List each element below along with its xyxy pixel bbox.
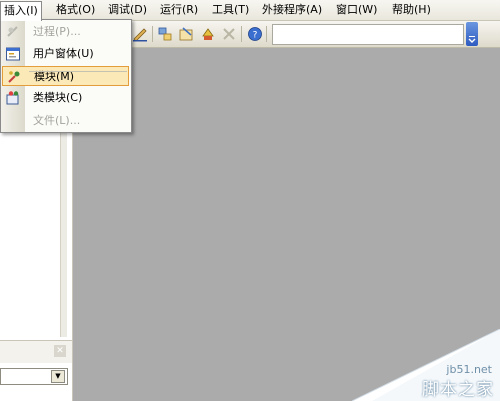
menu-format[interactable]: 格式(O) bbox=[53, 2, 98, 18]
help-icon[interactable]: ? bbox=[247, 26, 263, 42]
menu-item-userform[interactable]: 用户窗体(U) bbox=[2, 44, 129, 64]
menu-addins[interactable]: 外接程序(A) bbox=[259, 2, 325, 18]
toolbar-options-chevron[interactable] bbox=[466, 22, 478, 46]
svg-text:?: ? bbox=[253, 31, 258, 41]
chevron-down-icon[interactable]: ▼ bbox=[51, 370, 65, 383]
insert-dropdown-menu: 过程(P)... 用户窗体(U) 模块(M) 类模块(C) 文件(L)... bbox=[0, 19, 132, 133]
menu-help[interactable]: 帮助(H) bbox=[389, 2, 434, 18]
project-explorer-icon[interactable] bbox=[157, 26, 173, 42]
menu-item-label: 文件(L)... bbox=[33, 114, 81, 127]
toolbar-separator bbox=[266, 26, 267, 42]
menu-item-procedure[interactable]: 过程(P)... bbox=[2, 22, 129, 42]
toolbar-position-box bbox=[272, 24, 464, 45]
chevron-down-icon bbox=[468, 36, 476, 43]
toolbox-icon[interactable] bbox=[221, 26, 237, 42]
userform-icon bbox=[6, 47, 20, 61]
menu-item-class-module[interactable]: 类模块(C) bbox=[2, 88, 129, 108]
menu-debug[interactable]: 调试(D) bbox=[105, 2, 150, 18]
menu-item-module[interactable]: 模块(M) bbox=[2, 66, 129, 86]
watermark-brand: 脚本之家 bbox=[422, 380, 494, 400]
menu-item-label: 模块(M) bbox=[34, 70, 75, 83]
properties-window-icon[interactable] bbox=[178, 26, 194, 42]
toolbar-separator bbox=[152, 26, 153, 42]
close-icon[interactable]: ✕ bbox=[54, 345, 66, 357]
class-module-icon bbox=[6, 91, 19, 105]
menu-item-label: 过程(P)... bbox=[33, 25, 81, 38]
menu-insert[interactable]: 插入(I) bbox=[0, 1, 42, 21]
module-icon bbox=[8, 71, 20, 83]
menu-bar: 插入(I) 格式(O) 调试(D) 运行(R) 工具(T) 外接程序(A) 窗口… bbox=[0, 0, 500, 21]
procedure-icon bbox=[7, 26, 18, 37]
design-mode-icon[interactable] bbox=[132, 26, 148, 42]
menu-run[interactable]: 运行(R) bbox=[157, 2, 201, 18]
menu-item-label: 用户窗体(U) bbox=[33, 47, 94, 60]
menu-tools[interactable]: 工具(T) bbox=[209, 2, 252, 18]
menu-window[interactable]: 窗口(W) bbox=[333, 2, 380, 18]
menu-item-label: 类模块(C) bbox=[33, 91, 83, 104]
menu-item-file[interactable]: 文件(L)... bbox=[2, 111, 129, 131]
menu-separator bbox=[29, 71, 127, 72]
object-browser-icon[interactable] bbox=[200, 26, 216, 42]
toolbar-separator bbox=[241, 26, 242, 42]
